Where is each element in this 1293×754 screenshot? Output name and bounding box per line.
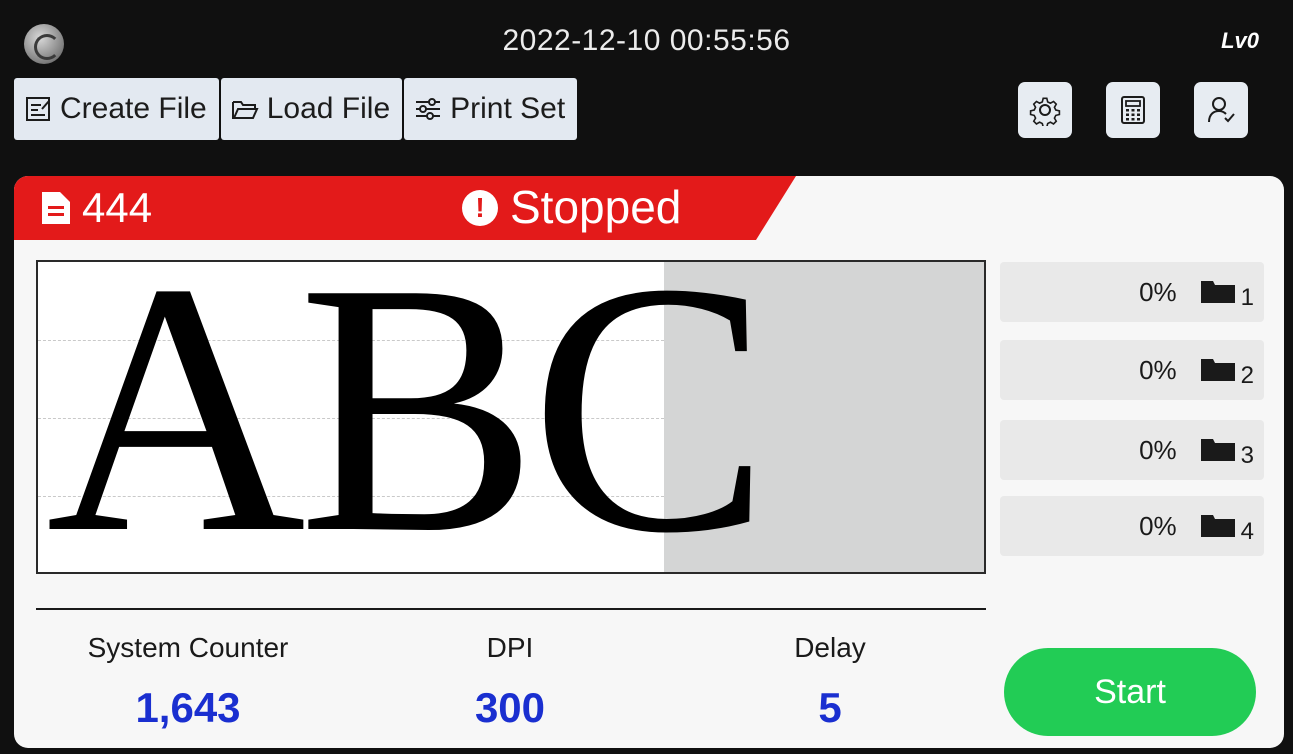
ink-level: 0%	[1139, 510, 1177, 541]
datetime: 2022-12-10 00:55:56	[502, 24, 791, 57]
user-level: Lv0	[1221, 28, 1259, 53]
ink-cartridge-icon	[1200, 515, 1235, 537]
settings-button[interactable]	[1018, 82, 1072, 138]
calculator-icon	[1121, 96, 1145, 124]
cartridge-number: 3	[1240, 442, 1254, 469]
main-panel: 444 ! Stopped ABC 0% 1 0% 2 0% 3 0% 4 Sy…	[14, 176, 1284, 748]
dpi-label: DPI	[486, 632, 534, 663]
ink-cartridge-4[interactable]: 0% 4	[1000, 496, 1264, 556]
toolbar: Create File Load File Print Set	[14, 78, 578, 140]
ink-cartridge-icon	[1200, 359, 1235, 381]
ink-level: 0%	[1139, 276, 1177, 307]
folder-open-icon	[231, 95, 259, 123]
delay-label: Delay	[794, 632, 866, 663]
ink-cartridge-2[interactable]: 0% 2	[1000, 340, 1264, 400]
user-icon	[1208, 97, 1235, 123]
system-counter-label: System Counter	[87, 632, 289, 663]
cartridge-number: 2	[1240, 362, 1254, 389]
ink-cartridge-1[interactable]: 0% 1	[1000, 262, 1264, 322]
ink-cartridge-3[interactable]: 0% 3	[1000, 420, 1264, 480]
ink-cartridge-icon	[1200, 281, 1235, 303]
ink-level: 0%	[1139, 434, 1177, 465]
calculator-button[interactable]	[1106, 82, 1160, 138]
ink-cartridge-icon	[1200, 439, 1235, 461]
divider	[36, 608, 986, 610]
user-button[interactable]	[1194, 82, 1248, 138]
print-set-button[interactable]: Print Set	[404, 78, 578, 140]
load-file-label: Load File	[266, 92, 391, 125]
system-counter-value: 1,643	[135, 684, 241, 731]
cartridge-number: 1	[1240, 284, 1254, 311]
create-file-button[interactable]: Create File	[14, 78, 219, 140]
print-set-label: Print Set	[450, 92, 566, 125]
load-file-button[interactable]: Load File	[220, 78, 403, 140]
start-button[interactable]: Start	[1004, 648, 1256, 736]
gear-icon	[1029, 97, 1061, 126]
ink-level: 0%	[1139, 354, 1177, 385]
create-file-label: Create File	[60, 92, 207, 125]
cartridge-number: 4	[1240, 518, 1254, 545]
sliders-icon	[414, 95, 442, 123]
print-preview[interactable]: ABC	[36, 228, 986, 588]
preview-text: ABC	[46, 208, 770, 607]
delay-value[interactable]: 5	[680, 684, 980, 732]
edit-file-icon	[24, 95, 52, 123]
dpi-value[interactable]: 300	[360, 684, 660, 732]
